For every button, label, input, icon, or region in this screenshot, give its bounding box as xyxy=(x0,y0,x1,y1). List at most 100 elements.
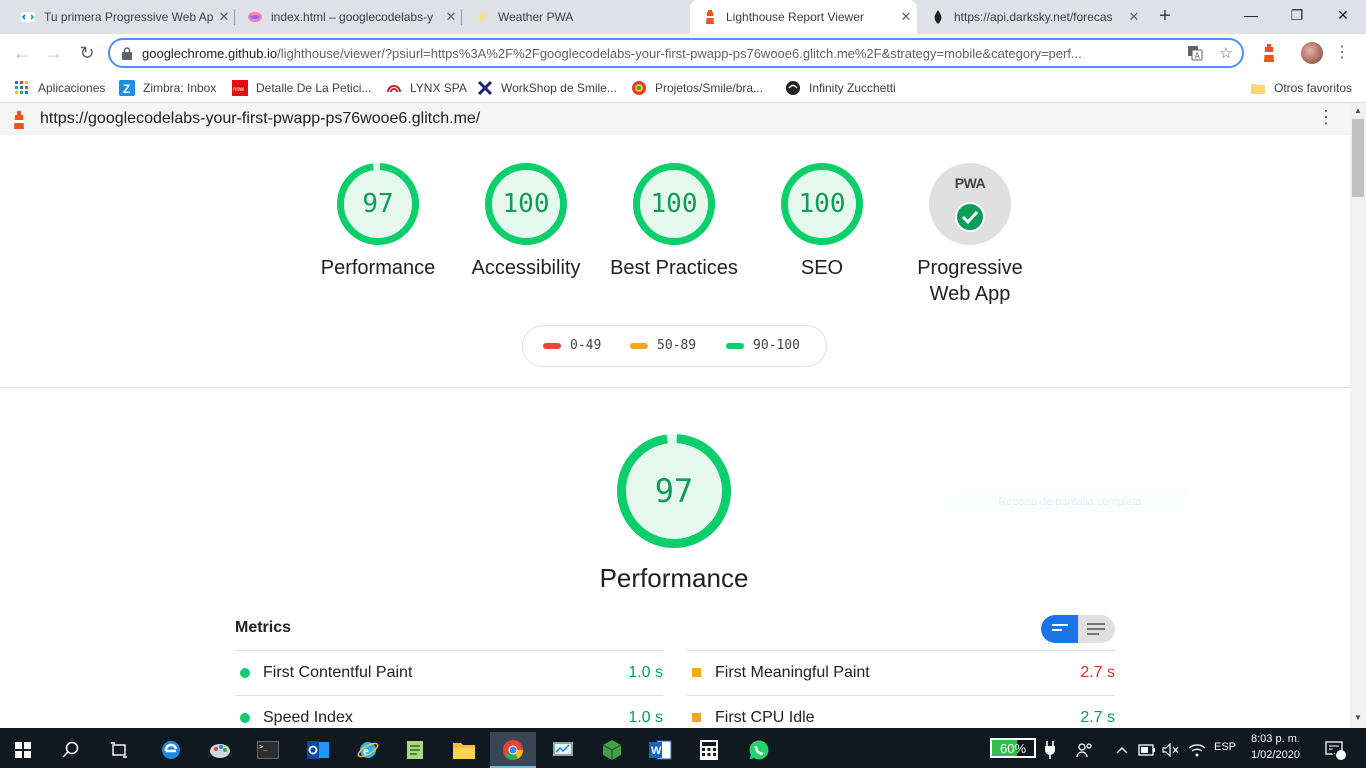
clock-date[interactable]: 1/02/2020 xyxy=(1251,749,1300,761)
reload-icon[interactable]: ↻ xyxy=(74,40,100,66)
bookmark-detalle[interactable]: now Detalle De La Petici... xyxy=(232,77,371,99)
close-tab-icon[interactable]: ✕ xyxy=(1123,9,1145,25)
language-indicator[interactable]: ESP xyxy=(1214,741,1236,753)
chrome-menu-icon[interactable]: ⋮ xyxy=(1334,42,1350,64)
svg-text:Z: Z xyxy=(123,82,130,96)
tab-glitch-index[interactable]: index.html – googlecodelabs-y ✕ xyxy=(235,0,462,34)
category-label: SEO xyxy=(800,257,844,279)
legend-range: 50-89 xyxy=(657,338,697,353)
folder-icon xyxy=(1250,80,1266,96)
servicenow-icon: now xyxy=(232,80,248,96)
section-divider xyxy=(0,387,1350,388)
close-tab-icon[interactable]: ✕ xyxy=(440,9,462,25)
gauge-seo[interactable]: 100 SEO xyxy=(742,163,902,281)
tab-codelab[interactable]: Tu primera Progressive Web Ap ✕ xyxy=(8,0,235,34)
forward-arrow-icon[interactable]: → xyxy=(41,40,67,66)
address-bar[interactable]: googlechrome.github.io/lighthouse/viewer… xyxy=(108,38,1244,68)
new-tab-button[interactable]: + xyxy=(1154,6,1176,28)
scrollbar-thumb[interactable] xyxy=(1352,119,1364,197)
show-hidden-icons-icon[interactable] xyxy=(1110,732,1134,768)
gauge-performance[interactable]: 97 Performance xyxy=(298,163,458,281)
power-plug-icon[interactable] xyxy=(1035,732,1065,768)
legend-fail: 0-49 xyxy=(543,338,601,353)
bookmark-workshop[interactable]: WorkShop de Smile... xyxy=(477,77,617,99)
volume-muted-icon[interactable] xyxy=(1158,732,1184,768)
word-icon[interactable]: W xyxy=(637,732,683,768)
windows-start-icon[interactable] xyxy=(0,732,46,768)
close-window-icon[interactable]: ✕ xyxy=(1320,0,1366,30)
page-scrollbar[interactable]: ▲ ▼ xyxy=(1350,103,1366,728)
search-icon[interactable] xyxy=(48,732,94,768)
tab-title: index.html – googlecodelabs-y xyxy=(271,10,434,24)
bookmark-zimbra[interactable]: Z Zimbra: Inbox xyxy=(119,77,216,99)
minimize-icon[interactable]: — xyxy=(1228,0,1274,30)
report-menu-icon[interactable]: ⋮ xyxy=(1317,107,1335,128)
whatsapp-icon[interactable] xyxy=(736,732,782,768)
svg-text:>_: >_ xyxy=(259,743,268,751)
scroll-down-icon[interactable]: ▼ xyxy=(1350,713,1366,722)
cube-app-icon[interactable] xyxy=(589,732,635,768)
battery-indicator[interactable]: 60% xyxy=(990,738,1036,758)
calculator-icon[interactable] xyxy=(686,732,732,768)
tab-title: Tu primera Progressive Web Ap xyxy=(44,10,213,24)
battery-tray-icon[interactable] xyxy=(1134,732,1160,768)
bookmark-projetos[interactable]: Projetos/Smile/bra... xyxy=(631,77,763,99)
bookmark-lynx[interactable]: LYNX SPA xyxy=(386,77,467,99)
gauge-accessibility[interactable]: 100 Accessibility xyxy=(446,163,606,281)
pwa-badge-text: PWA xyxy=(954,175,986,191)
paint-icon[interactable] xyxy=(197,732,243,768)
legend-swatch xyxy=(726,342,744,349)
edge-icon[interactable] xyxy=(148,732,194,768)
metric-name: First Meaningful Paint xyxy=(715,663,870,681)
wifi-icon[interactable] xyxy=(1184,732,1210,768)
terminal-icon[interactable]: >_ xyxy=(245,732,291,768)
report-page-url[interactable]: https://googlecodelabs-your-first-pwapp-… xyxy=(40,110,480,128)
gauge-pwa[interactable]: PWA Progressive Web App xyxy=(890,163,1050,307)
metric-name: Speed Index xyxy=(263,708,353,726)
pwa-label-line1: Progressive xyxy=(917,257,1023,279)
compact-view-button[interactable] xyxy=(1041,615,1078,643)
scroll-up-icon[interactable]: ▲ xyxy=(1350,106,1366,115)
notepad-icon[interactable] xyxy=(392,732,438,768)
metric-name: First Contentful Paint xyxy=(263,663,413,681)
gauge-best-practices[interactable]: 100 Best Practices xyxy=(594,163,754,281)
tab-darksky[interactable]: https://api.darksky.net/forecas ✕ xyxy=(918,0,1145,34)
bookmark-infinity[interactable]: Infinity Zucchetti xyxy=(785,77,896,99)
bookmark-apps[interactable]: Aplicaciones xyxy=(14,77,105,99)
metric-value: 1.0 s xyxy=(628,663,663,681)
tab-lighthouse-viewer[interactable]: Lighthouse Report Viewer ✕ xyxy=(690,0,917,34)
file-explorer-icon[interactable] xyxy=(441,732,487,768)
tab-weather-pwa[interactable]: Weather PWA xyxy=(462,0,689,34)
lighthouse-extension-icon[interactable] xyxy=(1258,42,1280,64)
pass-indicator xyxy=(240,667,250,678)
close-tab-icon[interactable]: ✕ xyxy=(213,9,235,25)
outlook-icon[interactable] xyxy=(295,732,341,768)
back-arrow-icon[interactable]: ← xyxy=(9,40,35,66)
score-value: 100 xyxy=(650,189,698,219)
bookmark-label: Projetos/Smile/bra... xyxy=(655,81,764,95)
task-view-icon[interactable] xyxy=(96,732,142,768)
metric-row: First Meaningful Paint 2.7 s xyxy=(687,650,1115,694)
category-label: Performance xyxy=(320,257,436,279)
metric-value: 2.7 s xyxy=(1080,663,1115,681)
close-tab-icon[interactable]: ✕ xyxy=(895,9,917,25)
profile-avatar[interactable] xyxy=(1301,42,1323,64)
restore-icon[interactable]: ❐ xyxy=(1274,0,1320,30)
tab-title: Lighthouse Report Viewer xyxy=(726,10,864,24)
metrics-view-toggle[interactable] xyxy=(1041,615,1115,643)
translate-icon[interactable]: A xyxy=(1186,45,1204,63)
tab-strip: Tu primera Progressive Web Ap ✕ index.ht… xyxy=(0,0,1366,34)
chrome-icon[interactable] xyxy=(490,732,536,768)
expanded-lines-icon[interactable] xyxy=(1087,623,1105,635)
ie-icon[interactable]: e xyxy=(345,732,391,768)
url-text[interactable]: googlechrome.github.io/lighthouse/viewer… xyxy=(142,46,1172,61)
control-panel-icon[interactable] xyxy=(540,732,586,768)
bookmark-other-folder[interactable]: Otros favoritos xyxy=(1250,77,1352,99)
bookmark-star-icon[interactable]: ☆ xyxy=(1217,45,1235,63)
people-icon[interactable] xyxy=(1070,732,1100,768)
score-value: 100 xyxy=(502,189,550,219)
clock-time[interactable]: 8:03 p. m. xyxy=(1251,733,1300,745)
category-label: Progressive Web App xyxy=(890,255,1050,307)
pwa-label-line2: Web App xyxy=(929,283,1011,305)
metric-name: First CPU Idle xyxy=(715,708,815,726)
